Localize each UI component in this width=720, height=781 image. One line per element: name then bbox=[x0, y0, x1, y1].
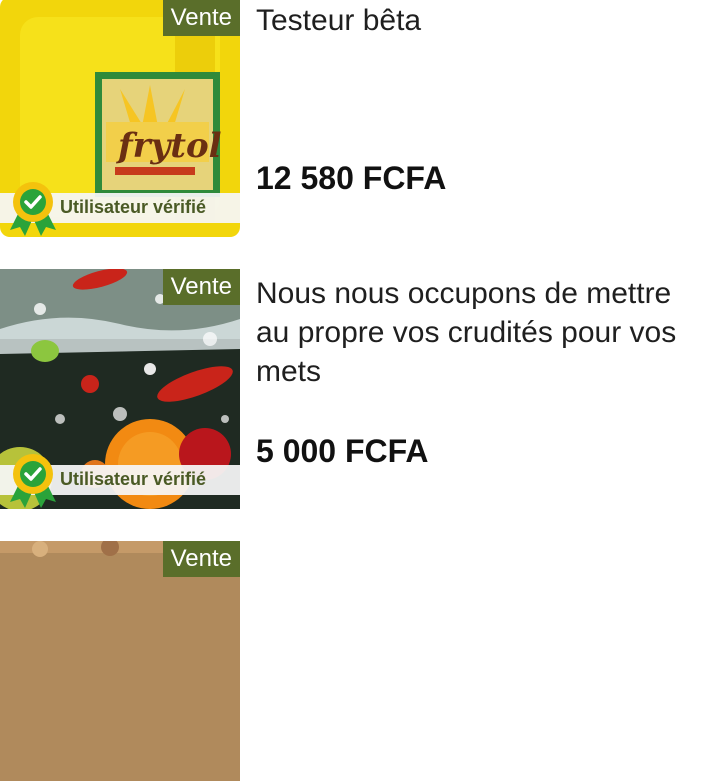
listing-price: 5 000 FCFA bbox=[256, 433, 429, 469]
verified-rosette-icon bbox=[10, 454, 56, 508]
listing-price: 12 580 FCFA bbox=[256, 160, 447, 196]
listing-title[interactable]: Testeur bêta bbox=[256, 1, 711, 40]
listing-image[interactable]: Vente Utilisateur vérifié bbox=[0, 269, 240, 509]
sale-badge: Vente bbox=[162, 0, 240, 36]
sale-badge: Vente bbox=[162, 541, 240, 577]
listing-card[interactable]: Vente bbox=[0, 541, 720, 781]
listing-card[interactable]: Vente Utilisateur vérifié Nous nous occu… bbox=[0, 269, 720, 509]
listing-photo bbox=[0, 541, 240, 781]
sale-badge: Vente bbox=[162, 269, 240, 305]
listing-image[interactable]: Vente bbox=[0, 541, 240, 781]
verified-label: Utilisateur vérifié bbox=[60, 197, 207, 217]
listing-title[interactable]: Nous nous occupons de mettre au propre v… bbox=[256, 274, 711, 391]
verified-label: Utilisateur vérifié bbox=[60, 469, 207, 489]
verified-rosette-icon bbox=[10, 182, 56, 236]
listing-image[interactable]: frytol Vente Utilisateur vérifié bbox=[0, 0, 240, 237]
listing-card[interactable]: frytol Vente Utilisateur vérifié Testeur… bbox=[0, 0, 720, 237]
brand-logo-text: frytol bbox=[116, 126, 222, 166]
